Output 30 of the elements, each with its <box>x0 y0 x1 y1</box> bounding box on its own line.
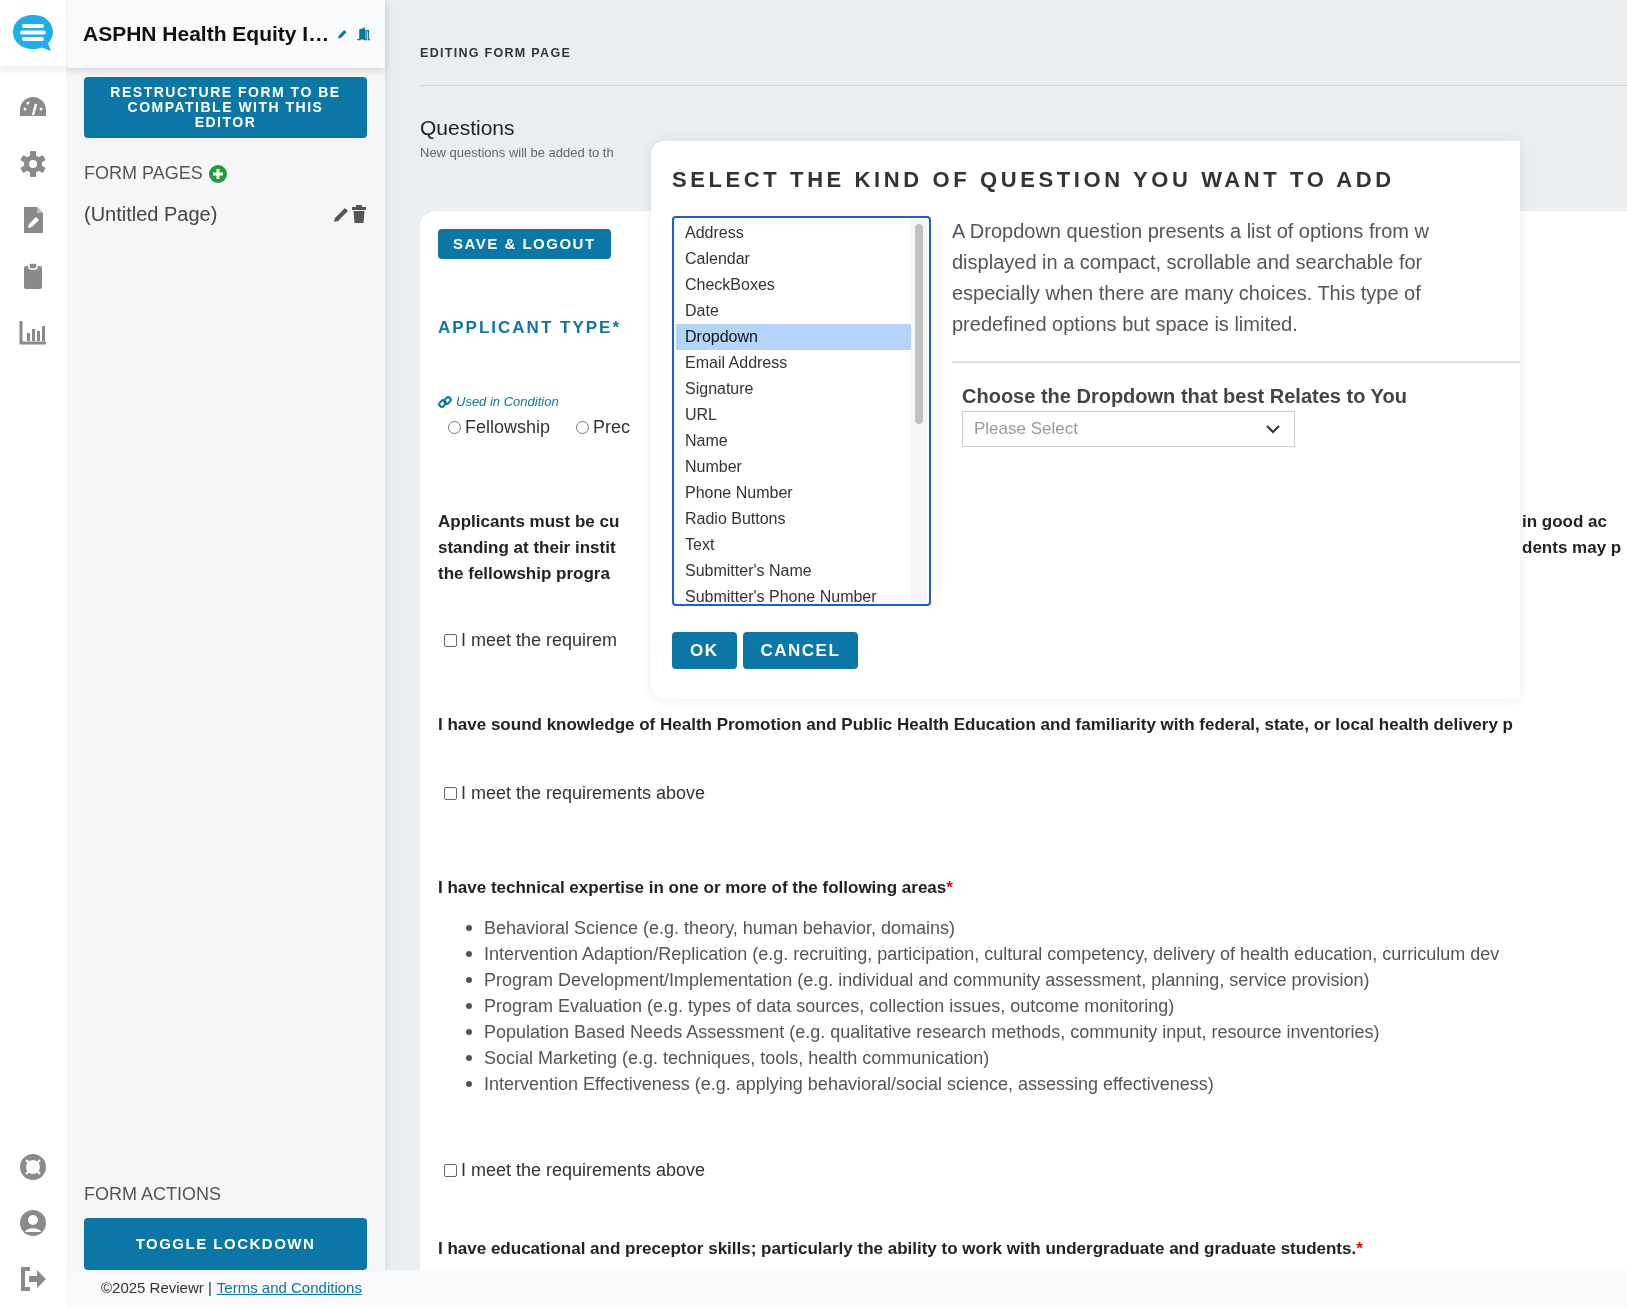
list-item: Population Based Needs Assessment (e.g. qualitative research methods, community input, resource inventories) <box>484 1020 1380 1044</box>
description-text: displayed in a compact, scrollable and searchable for <box>952 250 1423 275</box>
list-item: Behavioral Science (e.g. theory, human behavior, domains) <box>484 916 955 940</box>
preview-label: Choose the Dropdown that best Relates to You <box>962 384 1407 409</box>
question-text: the fellowship progra <box>438 562 610 585</box>
question-text: dents may p <box>1522 536 1622 559</box>
condition-note: Used in Condition <box>456 393 559 412</box>
question-text: in good ac <box>1522 510 1607 533</box>
description-text: predefined options but space is limited. <box>952 312 1298 337</box>
list-item: Intervention Adaption/Replication (e.g. recruiting, participation, cultural competency, delivery of health education, curriculum dev <box>484 942 1500 966</box>
section-title: Questions <box>420 114 515 141</box>
description-text: especially when there are many choices. This type of <box>952 281 1421 306</box>
question-label: APPLICANT TYPE* <box>438 316 622 339</box>
modal-title: SELECT THE KIND OF QUESTION YOU WANT TO ADD <box>672 166 1395 194</box>
list-item: Intervention Effectiveness (e.g. applying behavioral/social science, assessing effectiveness) <box>484 1072 1214 1096</box>
question-text: I have sound knowledge of Health Promotion and Public Health Education and familiarity with federal, state, or local health delivery p <box>438 713 1513 736</box>
form-title: ASPHN Health Equity I… <box>83 21 330 48</box>
list-item: Program Evaluation (e.g. types of data sources, collection issues, outcome monitoring) <box>484 994 1175 1018</box>
section-heading: FORM ACTIONS <box>84 1183 222 1206</box>
question-text: Applicants must be cu <box>438 510 620 533</box>
list-item: Social Marketing (e.g. techniques, tools, health communication) <box>484 1046 990 1070</box>
question-text: standing at their instit <box>438 536 616 559</box>
list-item: Program Development/Implementation (e.g. individual and community assessment, planning, service provision) <box>484 968 1370 992</box>
question-text: I have educational and preceptor skills; particularly the ability to work with undergraduate and graduate students.* <box>438 1237 1363 1260</box>
question-text: I have technical expertise in one or more of the following areas* <box>438 876 953 899</box>
copyright-text: ©2025 Reviewr | <box>101 1278 212 1299</box>
description-text: A Dropdown question presents a list of options from w <box>952 219 1429 244</box>
page-eyebrow: EDITING FORM PAGE <box>420 45 572 62</box>
section-subtitle: New questions will be added to th <box>420 144 614 163</box>
section-heading: FORM PAGES <box>84 162 203 185</box>
